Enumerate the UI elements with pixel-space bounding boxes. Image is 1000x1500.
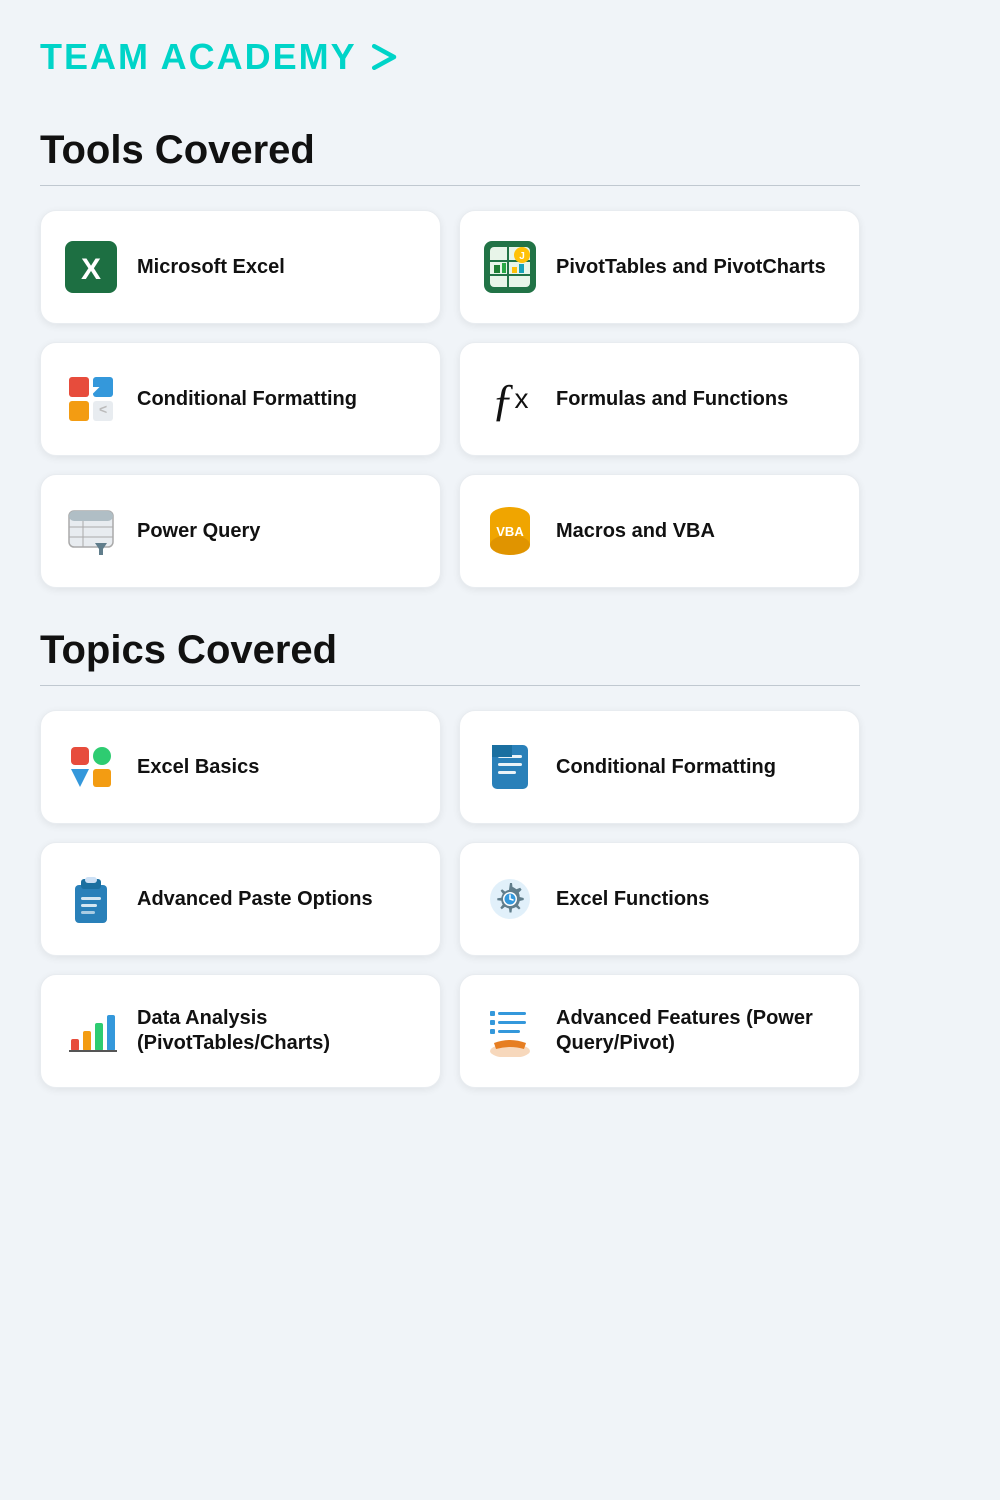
topics-divider <box>40 685 860 686</box>
chevron-right-icon <box>367 39 403 75</box>
card-data-analysis-label: Data Analysis (PivotTables/Charts) <box>137 1006 418 1056</box>
card-data-analysis[interactable]: Data Analysis (PivotTables/Charts) <box>40 974 441 1088</box>
tools-grid: X Microsoft Excel J P <box>40 210 860 588</box>
card-excel-functions[interactable]: Excel Functions <box>459 842 860 956</box>
card-power-query-label: Power Query <box>137 519 260 544</box>
excel-basics-icon <box>63 739 119 795</box>
card-advanced-paste-label: Advanced Paste Options <box>137 887 373 912</box>
tools-section-title: Tools Covered <box>40 128 860 173</box>
card-pivottables-label: PivotTables and PivotCharts <box>556 255 826 280</box>
card-formulas-functions-label: Formulas and Functions <box>556 387 788 412</box>
card-formulas-functions[interactable]: ƒx Formulas and Functions <box>459 342 860 456</box>
card-conditional-formatting-topic[interactable]: Conditional Formatting <box>459 710 860 824</box>
card-conditional-formatting[interactable]: < Conditional Formatting <box>40 342 441 456</box>
topics-section-title: Topics Covered <box>40 628 860 673</box>
card-conditional-formatting-label: Conditional Formatting <box>137 387 357 412</box>
excel-functions-icon <box>482 871 538 927</box>
card-cond-formatting-topic-label: Conditional Formatting <box>556 755 776 780</box>
svg-text:<: < <box>99 401 107 417</box>
card-power-query[interactable]: Power Query <box>40 474 441 588</box>
svg-text:VBA: VBA <box>496 524 524 539</box>
brand-title: TEAM ACADEMY <box>40 36 357 78</box>
card-advanced-paste[interactable]: Advanced Paste Options <box>40 842 441 956</box>
card-microsoft-excel-label: Microsoft Excel <box>137 255 285 280</box>
paste-icon <box>63 871 119 927</box>
vba-icon: VBA <box>482 503 538 559</box>
card-pivottables[interactable]: J PivotTables and PivotCharts <box>459 210 860 324</box>
card-excel-basics[interactable]: Excel Basics <box>40 710 441 824</box>
advanced-features-icon <box>482 1003 538 1059</box>
svg-text:J: J <box>519 251 525 262</box>
card-advanced-features-label: Advanced Features (Power Query/Pivot) <box>556 1006 837 1056</box>
svg-text:X: X <box>81 253 101 286</box>
power-query-icon <box>63 503 119 559</box>
excel-icon: X <box>63 239 119 295</box>
topics-grid: Excel Basics Conditional Formatting <box>40 710 860 1088</box>
card-macros-vba-label: Macros and VBA <box>556 519 715 544</box>
card-advanced-features[interactable]: Advanced Features (Power Query/Pivot) <box>459 974 860 1088</box>
fx-icon: ƒx <box>482 371 538 427</box>
data-analysis-icon <box>63 1003 119 1059</box>
card-macros-vba[interactable]: VBA Macros and VBA <box>459 474 860 588</box>
card-microsoft-excel[interactable]: X Microsoft Excel <box>40 210 441 324</box>
pivot-icon: J <box>482 239 538 295</box>
tools-divider <box>40 185 860 186</box>
card-excel-basics-label: Excel Basics <box>137 755 259 780</box>
conditional-formatting-icon: < <box>63 371 119 427</box>
header: TEAM ACADEMY <box>40 0 860 98</box>
cond-topic-icon <box>482 739 538 795</box>
card-excel-functions-label: Excel Functions <box>556 887 709 912</box>
